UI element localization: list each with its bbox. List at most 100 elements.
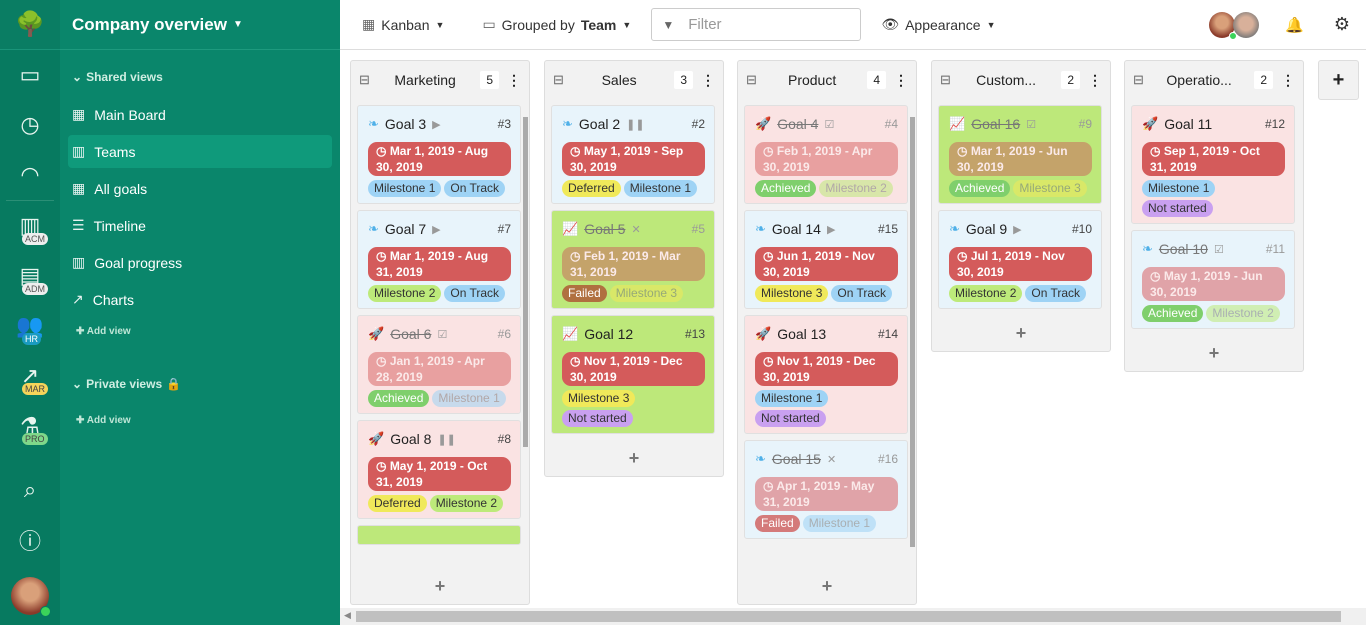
tag-on-track[interactable]: On Track <box>831 285 893 302</box>
sidebar-item-main-board[interactable]: ▦ Main Board <box>68 98 332 131</box>
scrollbar-thumb[interactable] <box>356 611 1341 622</box>
dashboard-icon[interactable]: ◠ <box>0 150 60 200</box>
tag-milestone-1[interactable]: Milestone 1 <box>623 180 698 197</box>
workspace-hr[interactable]: 👥 HR <box>0 301 60 351</box>
tag-milestone-1[interactable]: Milestone 1 <box>802 515 877 532</box>
tag-on-track[interactable]: On Track <box>444 285 506 302</box>
tag-failed[interactable]: Failed <box>562 285 607 302</box>
vertical-scrollbar[interactable] <box>523 117 528 447</box>
vertical-scrollbar[interactable] <box>910 117 915 547</box>
workspace-title[interactable]: Company overview ▼ <box>60 0 340 50</box>
scroll-left-icon[interactable]: ◀ <box>344 610 351 621</box>
tag-milestone-2[interactable]: Milestone 2 <box>429 495 504 512</box>
tag-milestone-3[interactable]: Milestone 3 <box>609 285 684 302</box>
more-vertical-icon[interactable]: ⋮ <box>1088 72 1102 89</box>
goal-card[interactable]: ❧ Goal 10 ☑ #11 ◷ May 1, 2019 - Jun 30, … <box>1131 230 1295 329</box>
group-by-dropdown[interactable]: ▭ Grouped by Team ▼ <box>482 16 631 33</box>
sidebar-item-all-goals[interactable]: ▦ All goals <box>68 172 332 205</box>
sidebar-item-teams[interactable]: ▥ Teams <box>68 135 332 168</box>
add-card-button[interactable]: + <box>351 568 529 604</box>
goal-title[interactable]: Goal 8 <box>390 431 431 447</box>
sidebar-item-goal-progress[interactable]: ▥ Goal progress <box>68 246 332 279</box>
goal-card[interactable]: ❧ Goal 15 ✕ #16 ◷ Apr 1, 2019 - May 31, … <box>744 440 908 539</box>
tag-achieved[interactable]: Achieved <box>368 390 430 407</box>
inbox-icon[interactable]: ▭ <box>0 50 60 100</box>
tag-milestone-1[interactable]: Milestone 1 <box>368 180 442 197</box>
goal-card[interactable]: 📈 Goal 12 #13 ◷ Nov 1, 2019 - Dec 30, 20… <box>551 315 715 434</box>
goal-card[interactable]: 🚀 Goal 11 #12 ◷ Sep 1, 2019 - Oct 31, 20… <box>1131 105 1295 224</box>
goal-title[interactable]: Goal 6 <box>390 326 431 342</box>
goal-card[interactable]: ❧ Goal 3 ▶ #3 ◷ Mar 1, 2019 - Aug 30, 20… <box>357 105 521 204</box>
logo-tree-icon[interactable]: 🌳 <box>0 0 60 50</box>
sidebar-item-charts[interactable]: ↗ Charts <box>68 283 332 316</box>
appearance-dropdown[interactable]: 👁 Appearance ▼ <box>881 16 995 33</box>
help-icon[interactable]: ⓘ <box>0 515 60 565</box>
goal-title[interactable]: Goal 12 <box>584 326 633 342</box>
goal-card[interactable]: 🚀 Goal 6 ☑ #6 ◷ Jan 1, 2019 - Apr 28, 20… <box>357 315 521 414</box>
goal-title[interactable]: Goal 5 <box>584 221 625 237</box>
goal-card[interactable]: ❧ Goal 7 ▶ #7 ◷ Mar 1, 2019 - Aug 31, 20… <box>357 210 521 309</box>
add-private-view[interactable]: ✚ Add view <box>60 415 340 426</box>
sidebar-item-timeline[interactable]: ☰ Timeline <box>68 209 332 242</box>
collapse-icon[interactable]: ⊟ <box>359 72 370 88</box>
goal-title[interactable]: Goal 14 <box>772 221 821 237</box>
tag-on-track[interactable]: On Track <box>1025 285 1087 302</box>
tag-achieved[interactable]: Achieved <box>755 180 817 197</box>
add-card-button[interactable]: + <box>1125 335 1303 371</box>
private-views-header[interactable]: ⌄ Private views 🔒 <box>60 377 340 391</box>
tag-milestone-3[interactable]: Milestone 3 <box>1013 180 1087 197</box>
clock-icon[interactable]: ◷ <box>0 100 60 150</box>
view-type-dropdown[interactable]: ▦ Kanban ▼ <box>362 16 444 33</box>
tag-not-started[interactable]: Not started <box>755 410 826 427</box>
workspace-acm[interactable]: ▥ ACM <box>0 201 60 251</box>
more-vertical-icon[interactable]: ⋮ <box>507 72 521 89</box>
tag-milestone-2[interactable]: Milestone 2 <box>368 285 442 302</box>
tag-deferred[interactable]: Deferred <box>368 495 427 512</box>
more-vertical-icon[interactable]: ⋮ <box>701 72 715 89</box>
gear-icon[interactable]: ⚙ <box>1334 14 1350 35</box>
goal-title[interactable]: Goal 16 <box>971 116 1020 132</box>
goal-card[interactable]: 🚀 Goal 8 ❚❚ #8 ◷ May 1, 2019 - Oct 31, 2… <box>357 420 521 519</box>
bell-icon[interactable]: 🔔 <box>1285 16 1304 34</box>
collaborator-avatar[interactable] <box>1233 11 1260 38</box>
add-card-button[interactable]: + <box>738 568 916 604</box>
tag-on-track[interactable]: On Track <box>444 180 506 197</box>
collapse-icon[interactable]: ⊟ <box>553 72 564 88</box>
goal-title[interactable]: Goal 2 <box>579 116 620 132</box>
more-vertical-icon[interactable]: ⋮ <box>894 72 908 89</box>
tag-milestone-3[interactable]: Milestone 3 <box>755 285 829 302</box>
tag-milestone-1[interactable]: Milestone 1 <box>755 390 829 407</box>
add-card-button[interactable]: + <box>932 315 1110 351</box>
tag-milestone-1[interactable]: Milestone 1 <box>432 390 506 407</box>
tag-milestone-2[interactable]: Milestone 2 <box>949 285 1023 302</box>
goal-card[interactable] <box>357 525 521 545</box>
tag-milestone-3[interactable]: Milestone 3 <box>562 390 636 407</box>
goal-title[interactable]: Goal 11 <box>1164 116 1212 132</box>
shared-views-header[interactable]: ⌄ Shared views <box>60 70 340 84</box>
add-shared-view[interactable]: ✚ Add view <box>60 326 340 337</box>
collaborator-avatar[interactable] <box>1209 11 1238 40</box>
collapse-icon[interactable]: ⊟ <box>1133 72 1144 88</box>
goal-card[interactable]: ❧ Goal 2 ❚❚ #2 ◷ May 1, 2019 - Sep 30, 2… <box>551 105 715 204</box>
tag-milestone-2[interactable]: Milestone 2 <box>1206 305 1280 322</box>
search-icon[interactable]: ⌕ <box>0 465 60 515</box>
goal-card[interactable]: 📈 Goal 16 ☑ #9 ◷ Mar 1, 2019 - Jun 30, 2… <box>938 105 1102 204</box>
goal-card[interactable]: 🚀 Goal 4 ☑ #4 ◷ Feb 1, 2019 - Apr 30, 20… <box>744 105 908 204</box>
tag-milestone-2[interactable]: Milestone 2 <box>819 180 893 197</box>
tag-milestone-1[interactable]: Milestone 1 <box>1142 180 1216 197</box>
goal-title[interactable]: Goal 3 <box>385 116 426 132</box>
goal-title[interactable]: Goal 9 <box>966 221 1007 237</box>
user-avatar[interactable] <box>11 577 51 617</box>
workspace-mar[interactable]: ↗ MAR <box>0 351 60 401</box>
tag-not-started[interactable]: Not started <box>1142 200 1213 217</box>
tag-deferred[interactable]: Deferred <box>562 180 621 197</box>
add-card-button[interactable]: + <box>545 440 723 476</box>
more-vertical-icon[interactable]: ⋮ <box>1281 72 1295 89</box>
collapse-icon[interactable]: ⊟ <box>746 72 757 88</box>
goal-card[interactable]: 🚀 Goal 13 #14 ◷ Nov 1, 2019 - Dec 30, 20… <box>744 315 908 434</box>
tag-failed[interactable]: Failed <box>755 515 800 532</box>
goal-card[interactable]: ❧ Goal 14 ▶ #15 ◷ Jun 1, 2019 - Nov 30, … <box>744 210 908 309</box>
workspace-adm[interactable]: ▤ ADM <box>0 251 60 301</box>
goal-title[interactable]: Goal 7 <box>385 221 426 237</box>
filter-input[interactable]: ▼ Filter <box>651 8 862 41</box>
